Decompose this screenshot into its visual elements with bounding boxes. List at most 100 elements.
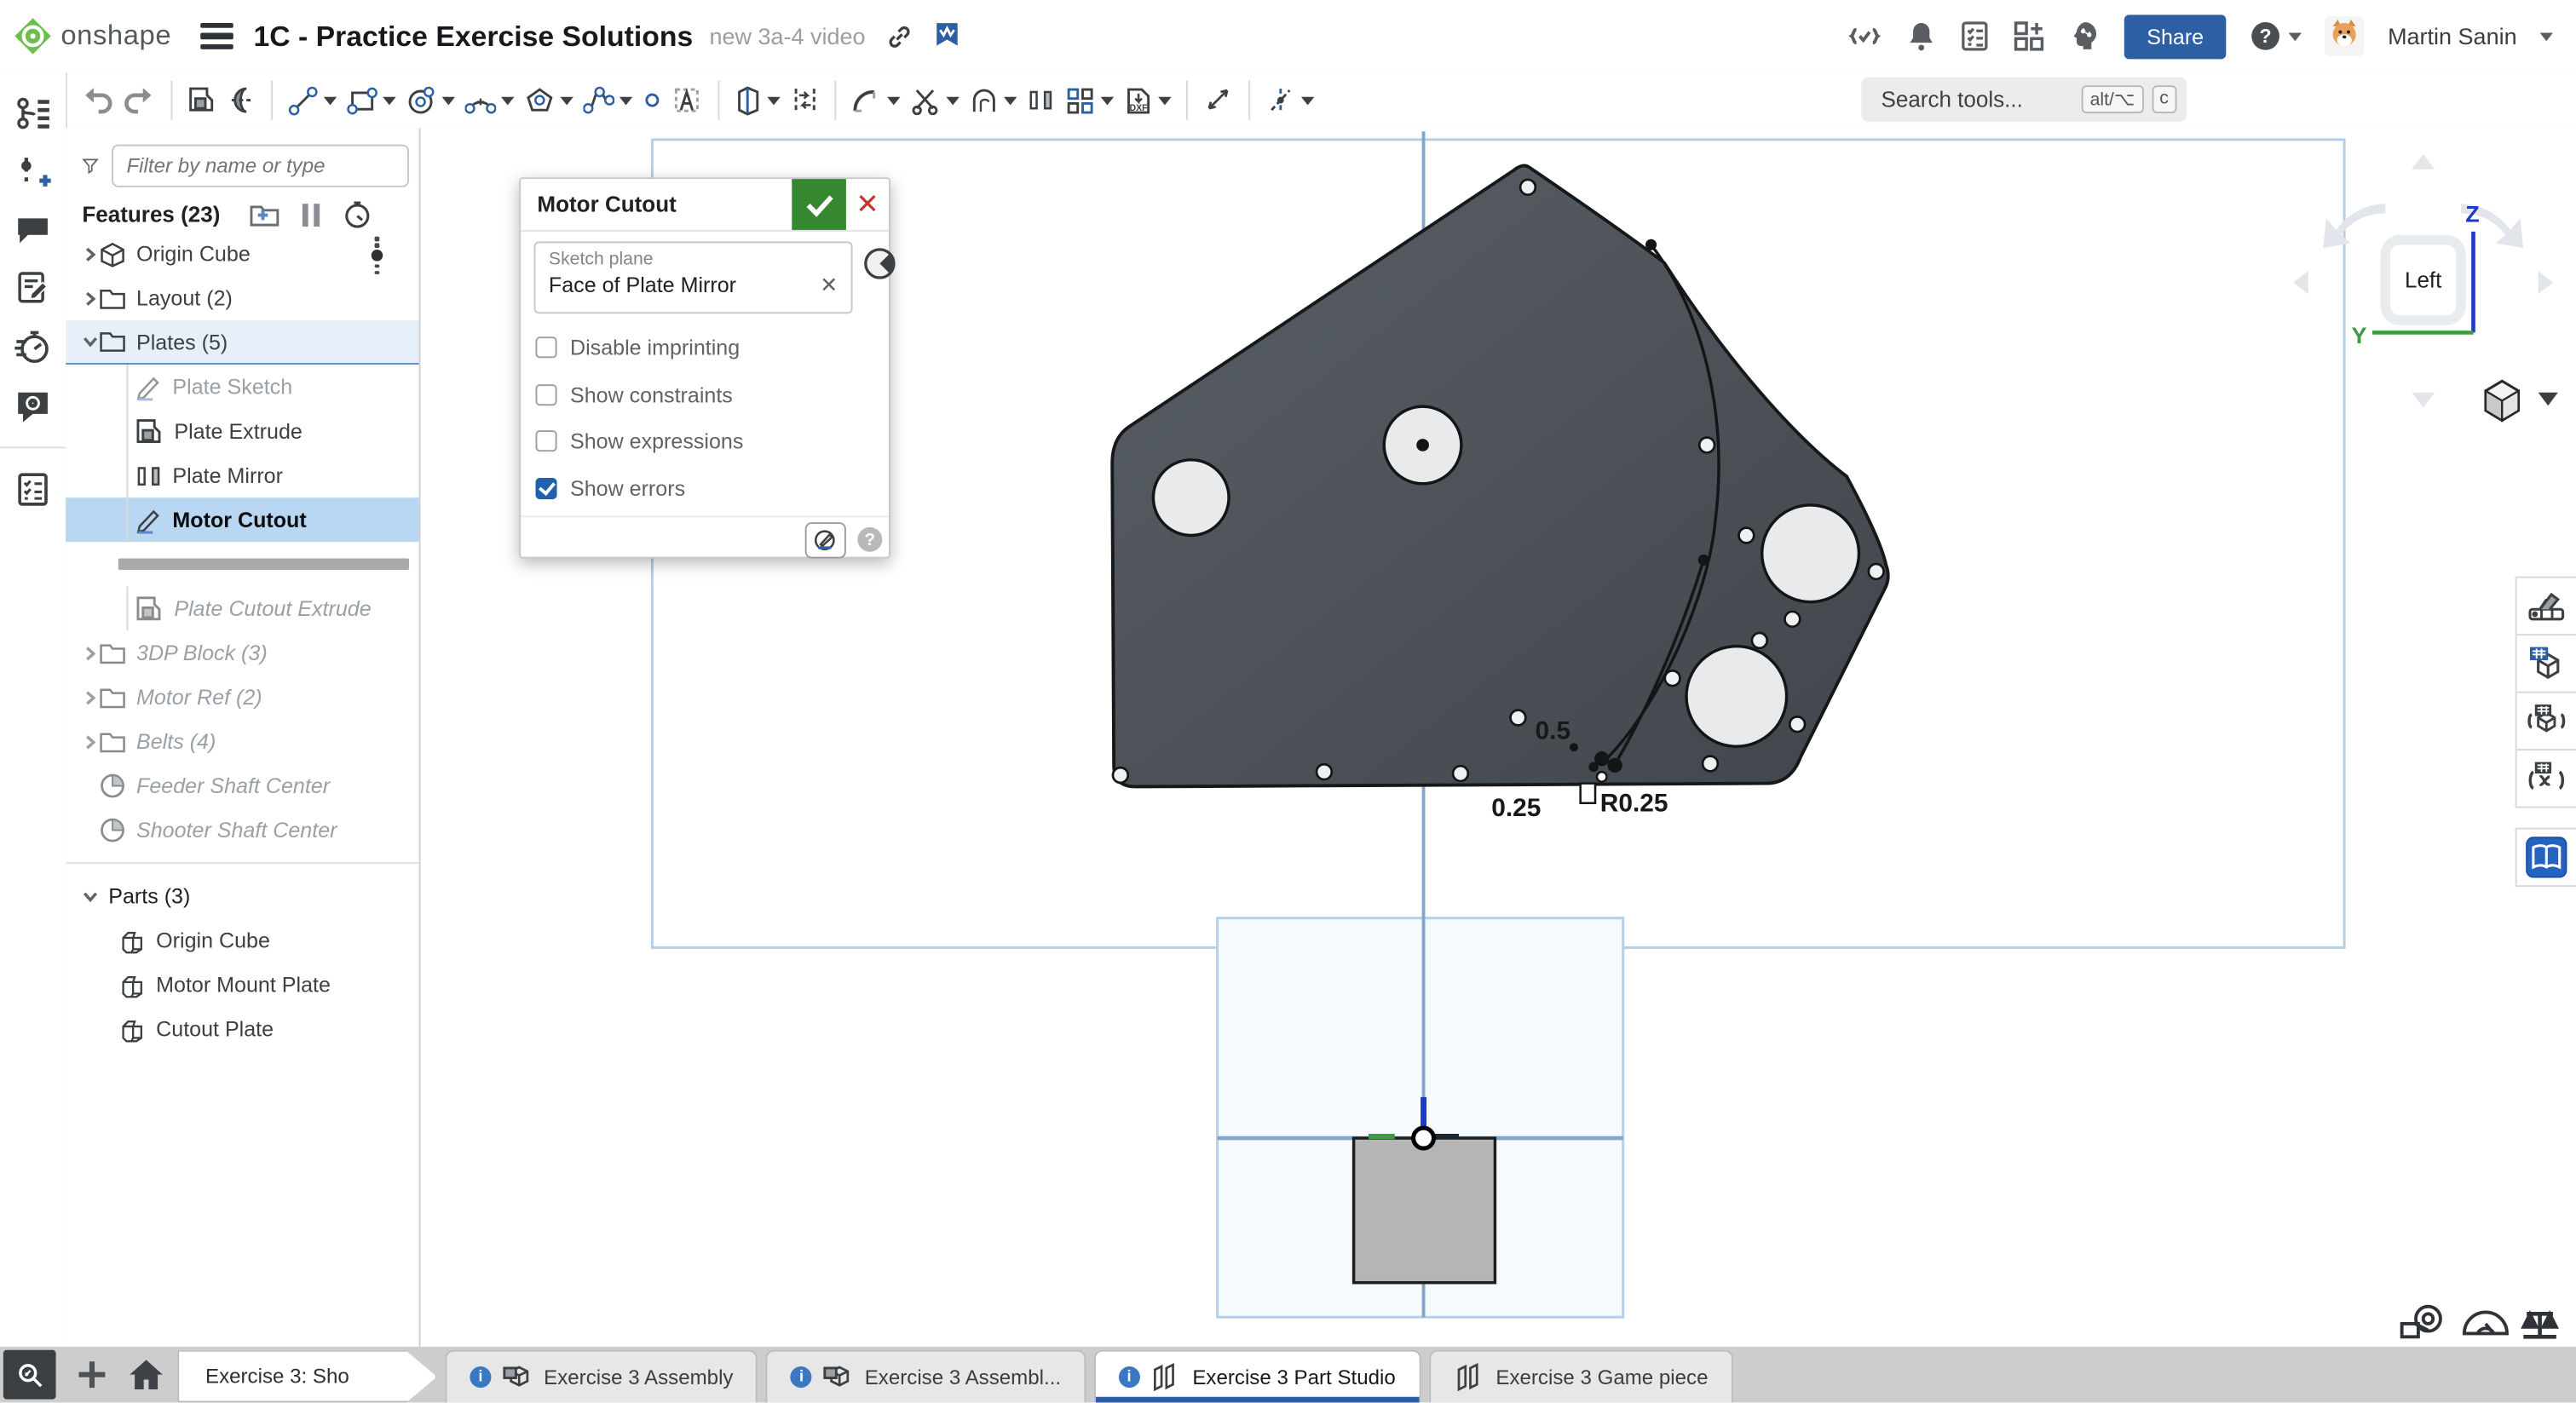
rollback-drag-handle[interactable] xyxy=(372,237,383,274)
offset-tool-icon[interactable] xyxy=(790,85,820,115)
chevron-right-icon[interactable] xyxy=(82,290,98,306)
feature-item-plates-5-[interactable]: Plates (5) xyxy=(66,320,419,365)
chevron-down-icon[interactable] xyxy=(82,333,98,349)
construction-dropdown-caret-icon[interactable] xyxy=(1301,96,1314,105)
cancel-button[interactable]: ✕ xyxy=(846,179,889,230)
line-tool-icon[interactable] xyxy=(287,84,337,116)
learning-book-icon[interactable] xyxy=(2515,828,2576,887)
feature-item-plate-extrude[interactable]: Plate Extrude xyxy=(66,409,419,453)
share-button[interactable]: Share xyxy=(2124,14,2227,58)
feature-item-plate-sketch[interactable]: Plate Sketch xyxy=(66,365,419,409)
feature-item-motor-ref-2-[interactable]: Motor Ref (2) xyxy=(66,675,419,719)
home-tab-button[interactable] xyxy=(125,1354,168,1396)
tab-exercise-3-game-piece[interactable]: Exercise 3 Game piece xyxy=(1428,1350,1732,1403)
filter-icon[interactable] xyxy=(82,152,98,179)
app-store-icon[interactable] xyxy=(2012,20,2045,53)
education-badge-icon[interactable] xyxy=(933,21,961,51)
pause-icon[interactable] xyxy=(303,203,320,226)
fillet-tool-icon[interactable] xyxy=(851,86,901,114)
part-item-motor-mount-plate[interactable]: Motor Mount Plate xyxy=(66,963,419,1007)
user-menu-caret-icon[interactable] xyxy=(2540,32,2553,41)
onshape-logo[interactable]: onshape xyxy=(13,16,171,55)
user-name[interactable]: Martin Sanin xyxy=(2388,23,2517,49)
main-menu-button[interactable] xyxy=(201,23,234,49)
chevron-right-icon[interactable] xyxy=(82,645,98,661)
copy-link-icon[interactable] xyxy=(885,22,913,50)
feature-item-feeder-shaft-center[interactable]: Feeder Shaft Center xyxy=(66,763,419,808)
checkbox-unchecked-icon[interactable] xyxy=(536,383,557,405)
tab-info-icon[interactable]: i xyxy=(1119,1367,1140,1389)
dialog-help-icon[interactable]: ? xyxy=(857,527,882,552)
search-tools-input[interactable]: Search tools... alt/⌥ c xyxy=(1861,78,2187,122)
rectangle-tool-icon[interactable] xyxy=(347,86,396,114)
version-tree-icon[interactable] xyxy=(13,95,52,131)
branch-plus-icon[interactable] xyxy=(14,154,50,190)
feature-item-3dp-block-3-[interactable]: 3DP Block (3) xyxy=(66,630,419,675)
checkbox-show-expressions[interactable]: Show expressions xyxy=(536,428,744,453)
tab-exercise-3-part-studio[interactable]: iExercise 3 Part Studio xyxy=(1094,1350,1421,1403)
checkbox-unchecked-icon[interactable] xyxy=(536,430,557,451)
dimension-0-5[interactable]: 0.5 xyxy=(1536,717,1571,745)
text-tool-icon[interactable] xyxy=(672,85,704,115)
parts-header-row[interactable]: Parts (3) xyxy=(66,874,419,918)
offset-curve-dropdown-caret-icon[interactable] xyxy=(1004,96,1017,105)
rectangle-dropdown-caret-icon[interactable] xyxy=(383,96,395,105)
feature-item-plate-cutout-extrude[interactable]: Plate Cutout Extrude xyxy=(66,586,419,630)
revolve-tool-icon[interactable] xyxy=(227,85,256,115)
undo-tool-icon[interactable] xyxy=(80,85,113,115)
pattern-dropdown-caret-icon[interactable] xyxy=(1101,96,1114,105)
document-edit-icon[interactable] xyxy=(14,269,50,305)
featurescript-check-icon[interactable] xyxy=(1846,20,1882,53)
redo-tool-icon[interactable] xyxy=(124,85,157,115)
clear-selection-icon[interactable]: ✕ xyxy=(820,273,838,299)
checkbox-unchecked-icon[interactable] xyxy=(536,336,557,358)
feature-item-origin-cube[interactable]: Origin Cube xyxy=(66,232,419,276)
feature-item-layout-2-[interactable]: Layout (2) xyxy=(66,276,419,320)
stopwatch-icon[interactable] xyxy=(13,329,52,365)
offset-curve-tool-icon[interactable] xyxy=(969,85,1017,115)
checkbox-show-constraints[interactable]: Show constraints xyxy=(536,382,733,406)
line-dropdown-caret-icon[interactable] xyxy=(324,96,337,105)
chevron-right-icon[interactable] xyxy=(82,733,98,750)
feature-item-motor-cutout[interactable]: Motor Cutout xyxy=(66,497,419,542)
arc-tool-icon[interactable] xyxy=(465,86,515,114)
part-table-icon[interactable] xyxy=(2515,634,2576,693)
appearance-icon[interactable] xyxy=(2515,577,2576,635)
folder-add-icon[interactable] xyxy=(250,202,279,227)
part-item-origin-cube[interactable]: Origin Cube xyxy=(66,918,419,963)
fillet-dropdown-caret-icon[interactable] xyxy=(887,96,900,105)
spline-dropdown-caret-icon[interactable] xyxy=(620,96,632,105)
checkbox-show-errors[interactable]: Show errors xyxy=(536,475,686,500)
rollback-clock-icon[interactable] xyxy=(343,200,372,228)
convert-tool-icon[interactable] xyxy=(735,84,781,116)
origin-marker[interactable] xyxy=(1414,1128,1434,1148)
mate-connector-icon[interactable] xyxy=(862,246,896,280)
chevron-right-icon[interactable] xyxy=(82,245,98,262)
user-avatar[interactable] xyxy=(2325,16,2365,55)
edit-sketch-button[interactable] xyxy=(805,522,846,558)
polygon-dropdown-caret-icon[interactable] xyxy=(560,96,573,105)
dxf-tool-icon[interactable]: DXF xyxy=(1124,84,1172,116)
trim-dropdown-caret-icon[interactable] xyxy=(946,96,959,105)
dimension-r0-25[interactable]: R0.25 xyxy=(1600,789,1668,817)
document-tab[interactable]: Exercise 3: Sho xyxy=(177,1350,437,1403)
feature-item-plate-mirror[interactable]: Plate Mirror xyxy=(66,453,419,497)
feature-item-shooter-shaft-center[interactable]: Shooter Shaft Center xyxy=(66,808,419,853)
trim-tool-icon[interactable] xyxy=(910,85,960,115)
origin-cube-section[interactable] xyxy=(1354,1138,1495,1283)
circle-dropdown-caret-icon[interactable] xyxy=(442,96,455,105)
ai-advisor-icon[interactable] xyxy=(2068,20,2101,53)
comment-icon[interactable] xyxy=(14,214,50,247)
pattern-tool-icon[interactable] xyxy=(1064,84,1114,116)
rollback-bar[interactable] xyxy=(118,558,409,569)
checkbox-checked-icon[interactable] xyxy=(536,477,557,498)
view-orientation-button[interactable]: Left xyxy=(2381,235,2466,325)
circle-tool-icon[interactable] xyxy=(406,84,455,116)
feedback-gear-icon[interactable] xyxy=(14,388,50,423)
confirm-button[interactable] xyxy=(792,179,846,230)
convert-dropdown-caret-icon[interactable] xyxy=(767,96,780,105)
filter-input[interactable] xyxy=(112,145,409,187)
tab-search-button[interactable] xyxy=(3,1350,56,1400)
config-table-icon[interactable] xyxy=(2515,692,2576,750)
spline-tool-icon[interactable] xyxy=(583,85,632,115)
